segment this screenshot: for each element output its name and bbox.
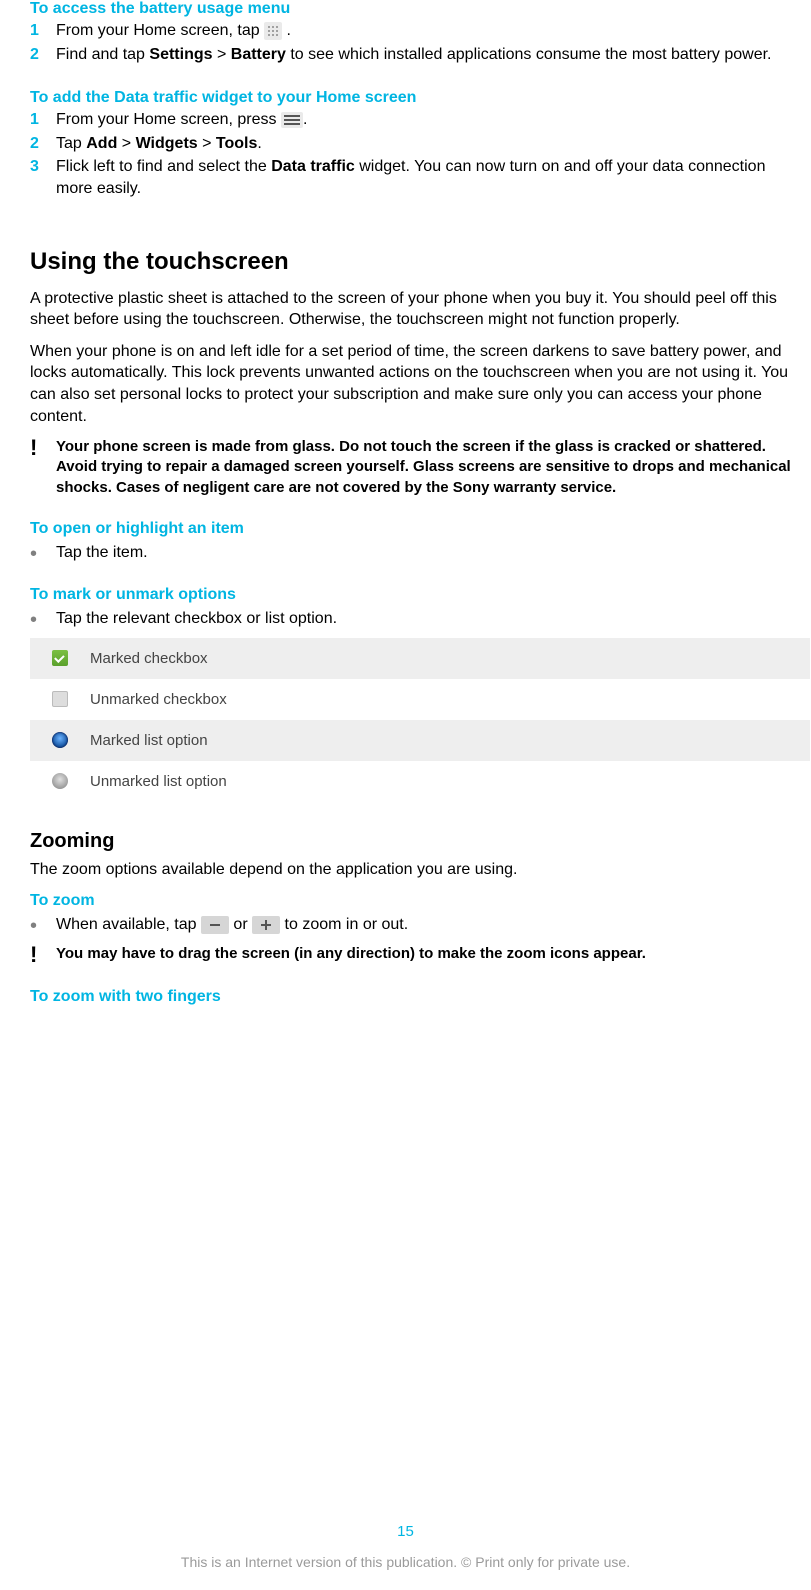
option-row: Marked list option [30,720,810,761]
bullet-text: Tap the relevant checkbox or list option… [56,608,810,630]
text: Tap [56,135,86,152]
text: From your Home screen, tap [56,22,264,39]
checkbox-unmarked-icon [52,691,68,707]
step-row: 1 From your Home screen, press . [30,109,810,131]
paragraph: When your phone is on and left idle for … [30,341,810,427]
text: > [198,135,216,152]
option-label: Marked list option [90,732,208,749]
zoom-out-icon [201,916,229,934]
step-text: From your Home screen, tap . [56,20,810,42]
heading-zooming: Zooming [30,830,810,853]
bullet-icon: • [30,914,56,936]
step-row: 2 Find and tap Settings > Battery to see… [30,44,810,66]
heading-battery-usage: To access the battery usage menu [30,0,810,18]
option-row: Unmarked checkbox [30,679,810,720]
text: or [229,916,252,933]
heading-open-item: To open or highlight an item [30,520,810,538]
bold-text: Widgets [136,135,198,152]
bullet-text: When available, tap or to zoom in or out… [56,914,810,936]
note-text: You may have to drag the screen (in any … [56,944,810,964]
zoom-in-icon [252,916,280,934]
paragraph: The zoom options available depend on the… [30,859,810,881]
option-label: Unmarked checkbox [90,691,227,708]
warning-text: Your phone screen is made from glass. Do… [56,437,810,498]
heading-zoom-two-fingers: To zoom with two fingers [30,988,810,1006]
menu-icon [281,112,303,128]
text: . [303,111,307,128]
text: to see which installed applications cons… [286,46,772,63]
footer-disclaimer: This is an Internet version of this publ… [0,1554,811,1570]
options-table: Marked checkbox Unmarked checkbox Marked… [30,638,810,802]
option-row: Unmarked list option [30,761,810,802]
bullet-text: Tap the item. [56,542,810,564]
exclamation-icon: ! [30,437,56,459]
radio-marked-icon [52,732,68,748]
text: When available, tap [56,916,201,933]
bold-text: Add [86,135,117,152]
step-text: Tap Add > Widgets > Tools. [56,133,810,155]
checkbox-marked-icon [52,650,68,666]
warning-block: ! Your phone screen is made from glass. … [30,437,810,498]
step-number: 1 [30,109,56,131]
radio-unmarked-icon [52,773,68,789]
option-label: Unmarked list option [90,773,227,790]
bullet-row: • Tap the item. [30,542,810,564]
note-block: ! You may have to drag the screen (in an… [30,944,810,966]
step-number: 1 [30,20,56,42]
text: Flick left to find and select the [56,158,271,175]
step-number: 2 [30,44,56,66]
option-label: Marked checkbox [90,650,208,667]
text: > [117,135,135,152]
bullet-row: • When available, tap or to zoom in or o… [30,914,810,936]
text: > [213,46,231,63]
heading-mark-options: To mark or unmark options [30,586,810,604]
text: . [257,135,261,152]
bold-text: Data traffic [271,158,355,175]
text: From your Home screen, press [56,111,281,128]
step-text: Flick left to find and select the Data t… [56,156,810,199]
heading-using-touchscreen: Using the touchscreen [30,248,810,276]
text: Find and tap [56,46,149,63]
page-number: 15 [0,1523,811,1540]
step-text: Find and tap Settings > Battery to see w… [56,44,810,66]
step-text: From your Home screen, press . [56,109,810,131]
text: to zoom in or out. [280,916,408,933]
step-row: 3 Flick left to find and select the Data… [30,156,810,199]
step-row: 2 Tap Add > Widgets > Tools. [30,133,810,155]
paragraph: A protective plastic sheet is attached t… [30,288,810,331]
exclamation-icon: ! [30,944,56,966]
heading-data-traffic: To add the Data traffic widget to your H… [30,89,810,107]
bullet-icon: • [30,542,56,564]
option-row: Marked checkbox [30,638,810,679]
bold-text: Tools [216,135,257,152]
step-row: 1 From your Home screen, tap . [30,20,810,42]
bold-text: Settings [149,46,212,63]
bold-text: Battery [231,46,286,63]
step-number: 3 [30,156,56,178]
heading-to-zoom: To zoom [30,892,810,910]
bullet-row: • Tap the relevant checkbox or list opti… [30,608,810,630]
text: . [282,22,291,39]
step-number: 2 [30,133,56,155]
bullet-icon: • [30,608,56,630]
apps-grid-icon [264,22,282,40]
